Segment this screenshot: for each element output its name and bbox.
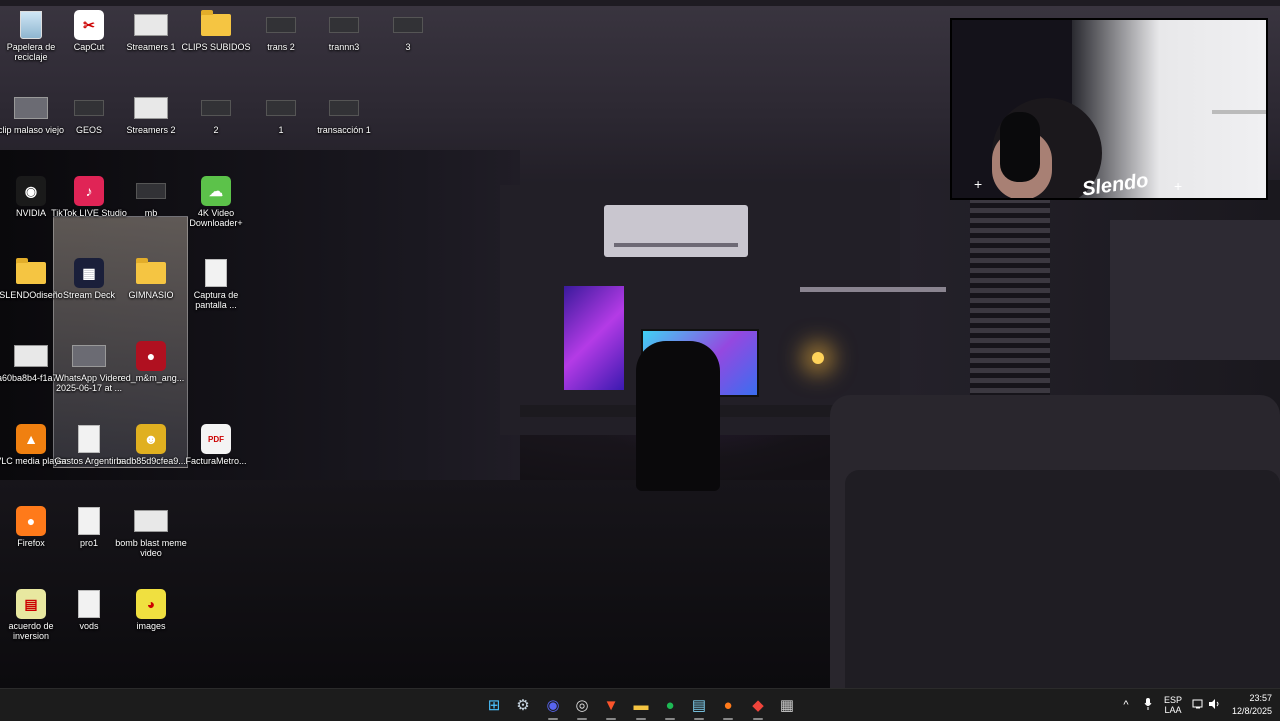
desktop-icon-label: red_m&m_ang... (117, 373, 185, 383)
calculator-button[interactable]: ▦ (776, 695, 798, 715)
video-thumbnail-icon (134, 10, 168, 40)
anydesk-button[interactable]: ◆ (747, 695, 769, 720)
video-thumbnail-icon (327, 93, 361, 123)
desktop-icon-label: 3 (405, 42, 411, 52)
language-code: ESP (1164, 695, 1183, 705)
4k-downloader-icon: ☁ (199, 176, 233, 206)
desktop-icon[interactable]: transacción 1 (306, 87, 382, 135)
tiktok-live-icon: ♪ (72, 176, 106, 206)
clock-time: 23:57 (1249, 693, 1272, 703)
folder-icon (199, 10, 233, 40)
taskbar: ⊞ ⚙ ◉ ◎ ▼ ▬ ● ▤ ● ◆ ▦ ^ ESP LAA 23:57 12/8/2025 (0, 688, 1280, 721)
wallpaper-air-conditioner (604, 205, 748, 257)
folder-icon: ▬ (633, 696, 649, 714)
spotify-button[interactable]: ● (659, 695, 681, 720)
video-thumbnail-icon (264, 93, 298, 123)
text-file-icon (72, 589, 106, 619)
desktop-icon[interactable]: 3 (370, 4, 446, 52)
pdf-icon: PDF (199, 424, 233, 454)
steam-icon: ⚙ (516, 697, 530, 714)
image-file-icon: ◕ (134, 589, 168, 619)
webcam-plus-icon: + (974, 176, 983, 192)
desktop-icon-label: 4K Video Downloader+ (189, 208, 243, 228)
video-thumbnail-icon (72, 93, 106, 123)
language-indicator[interactable]: ESP LAA (1164, 695, 1182, 715)
webcam-background (1072, 20, 1266, 198)
desktop-icon[interactable]: bomb blast meme video (113, 500, 189, 558)
desktop-icon-label: Captura de pantalla ... (193, 290, 239, 310)
image-file-icon: ☻ (134, 424, 168, 454)
video-thumbnail-icon (134, 93, 168, 123)
windows-start-icon: ⊞ (487, 697, 501, 714)
stream-deck-icon: ▦ (72, 258, 106, 288)
image-file-icon (199, 258, 233, 288)
volume-icon[interactable] (1208, 699, 1220, 711)
text-file-icon (72, 424, 106, 454)
obs-button[interactable]: ◎ (571, 695, 593, 720)
video-thumbnail-icon (134, 506, 168, 536)
webcam-plus-icon: + (1174, 178, 1183, 194)
webcam-headset (1000, 112, 1040, 182)
wallpaper-lamp (812, 352, 824, 364)
tray-chevron-icon[interactable]: ^ (1118, 699, 1134, 711)
recycle-bin-icon (14, 10, 48, 40)
clock-date: 12/8/2025 (1231, 706, 1272, 716)
wallpaper-poster (564, 286, 624, 390)
folder-icon (14, 258, 48, 288)
spreadsheet-icon: ▤ (14, 589, 48, 619)
video-thumbnail-icon (327, 10, 361, 40)
video-thumbnail-icon (391, 10, 425, 40)
brave-icon: ▼ (603, 696, 619, 714)
video-thumbnail-icon (14, 93, 48, 123)
calculator-icon: ▦ (779, 697, 795, 714)
melbet-icon (134, 176, 168, 206)
steam-button[interactable]: ⚙ (512, 695, 534, 715)
desktop-icon-label: transacción 1 (317, 125, 371, 135)
capcut-icon: ✂ (72, 10, 106, 40)
desktop-icon[interactable]: ◕ images (113, 583, 189, 631)
microphone-icon[interactable] (1138, 698, 1158, 712)
video-thumbnail-icon (72, 341, 106, 371)
discord-button[interactable]: ◉ (542, 695, 564, 720)
webcam-shelf (1212, 110, 1266, 114)
desktop-icon-label: images (136, 621, 166, 631)
desktop-icon[interactable]: ● red_m&m_ang... (113, 335, 189, 383)
desktop-icon[interactable]: PDF FacturaMetro... (178, 418, 254, 466)
obs-icon: ◎ (575, 697, 589, 714)
file-explorer-button[interactable]: ▬ (630, 695, 652, 720)
desktop-icon[interactable]: ☁ 4K Video Downloader+ (178, 170, 254, 228)
video-thumbnail-icon (264, 10, 298, 40)
image-file-icon: ● (134, 341, 168, 371)
desktop-icon[interactable]: Captura de pantalla ... (178, 252, 254, 310)
wallpaper-sofa-seat (845, 470, 1280, 688)
anydesk-icon: ◆ (752, 697, 764, 714)
discord-icon: ◉ (546, 697, 560, 714)
firefox-icon: ● (14, 506, 48, 536)
wallpaper-blinds (970, 198, 1050, 418)
start-button[interactable]: ⊞ (483, 695, 505, 715)
wallpaper-chair (636, 341, 720, 491)
firefox-button[interactable]: ● (717, 695, 739, 720)
spotify-icon: ● (665, 696, 675, 714)
network-icon[interactable] (1192, 699, 1204, 711)
desktop-icon-label: FacturaMetro... (185, 456, 247, 466)
nvidia-icon: ◉ (14, 176, 48, 206)
video-thumbnail-icon (199, 93, 233, 123)
desktop-icon-label: bomb blast meme video (115, 538, 187, 558)
taskbar-clock[interactable]: 23:57 12/8/2025 (1232, 692, 1272, 718)
webcam-overlay: Slendo + + (950, 18, 1268, 200)
notepad-icon: ▤ (691, 697, 707, 714)
wallpaper-window (1110, 220, 1280, 360)
brave-button[interactable]: ▼ (600, 695, 622, 720)
text-file-icon (72, 506, 106, 536)
image-file-icon (14, 341, 48, 371)
keyboard-layout: LAA (1164, 705, 1182, 715)
wallpaper-shelf (800, 287, 946, 292)
system-tray: ^ ESP LAA (1118, 689, 1220, 721)
folder-icon (134, 258, 168, 288)
vlc-icon: ▲ (14, 424, 48, 454)
firefox-icon: ● (723, 696, 733, 714)
notepad-button[interactable]: ▤ (688, 695, 710, 720)
